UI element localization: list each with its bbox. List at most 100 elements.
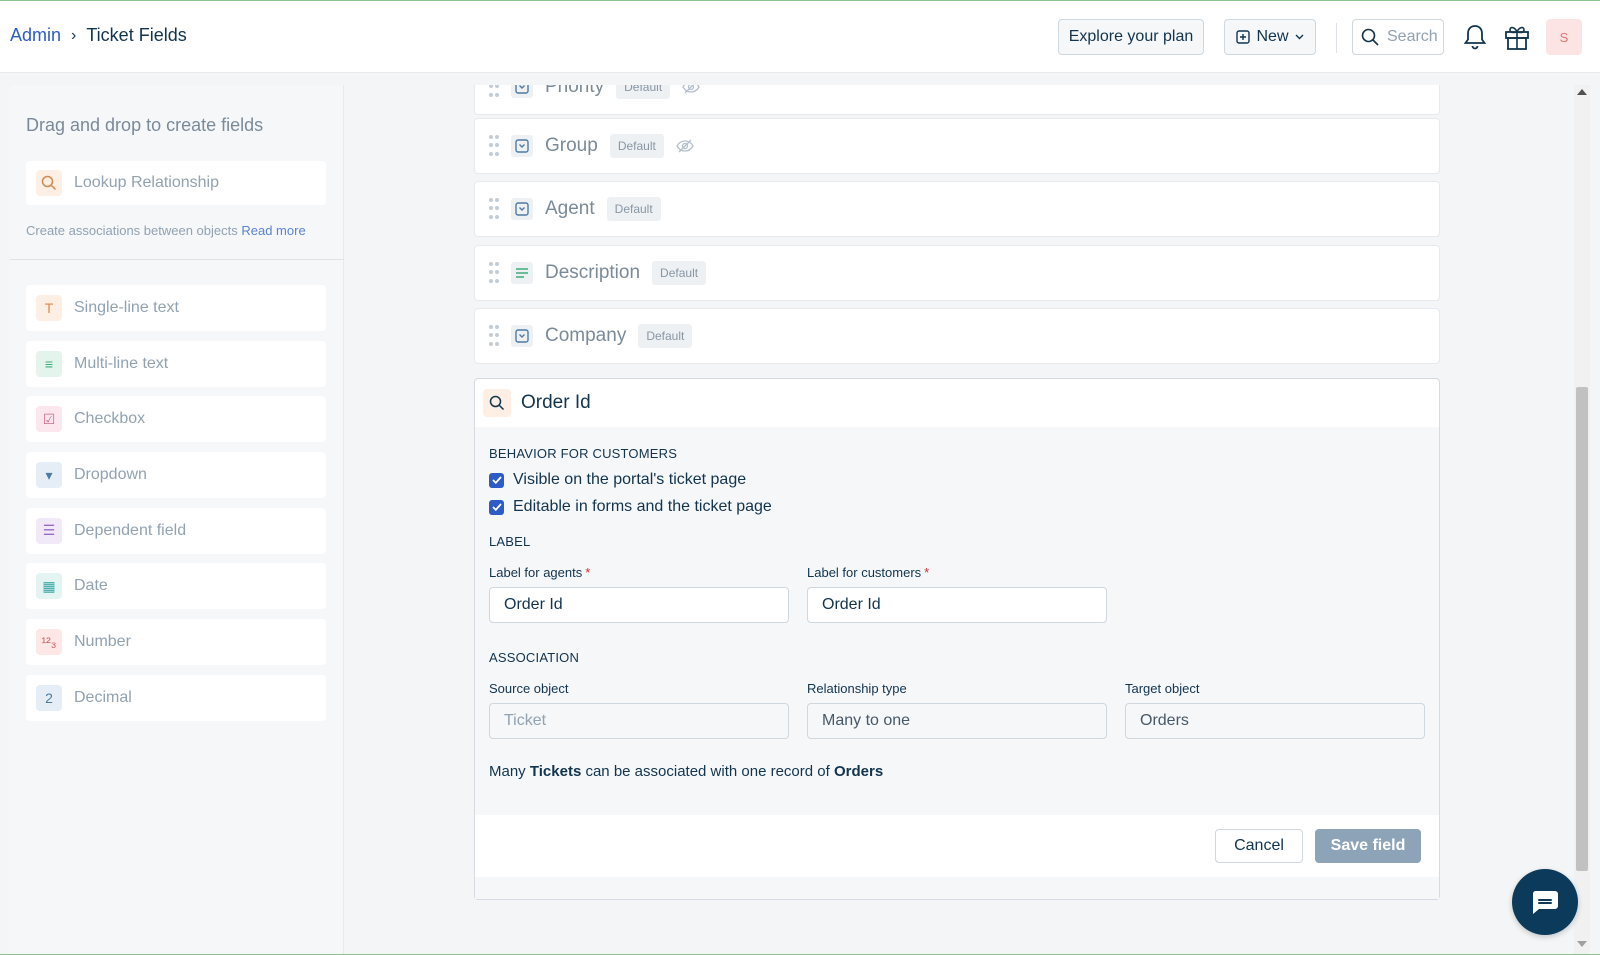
visible-checkbox-label: Visible on the portal's ticket page xyxy=(513,471,747,488)
default-badge: Default xyxy=(616,85,671,99)
page-title: Ticket Fields xyxy=(86,25,187,45)
chat-bubble-icon xyxy=(1532,891,1558,914)
relationship-type-field[interactable]: Many to one xyxy=(807,703,1107,739)
paragraph-icon xyxy=(511,262,533,284)
dropdown-icon xyxy=(511,85,533,98)
field-type-label: Single-line text xyxy=(74,299,179,316)
field-card-agent[interactable]: Agent Default xyxy=(474,181,1440,237)
dropdown-icon xyxy=(511,325,533,347)
association-description: Many Tickets can be associated with one … xyxy=(489,763,883,780)
assoc-desc-2: can be associated with one record of xyxy=(585,763,830,780)
target-object-field[interactable]: Orders xyxy=(1125,703,1425,739)
drag-handle-icon[interactable] xyxy=(489,135,499,157)
field-card-name: Group xyxy=(545,135,598,156)
field-type-dependent-field[interactable]: ☰ Dependent field xyxy=(26,507,326,554)
checkbox-checked-icon[interactable] xyxy=(489,499,504,515)
default-badge: Default xyxy=(606,197,661,221)
breadcrumb-admin-link[interactable]: Admin xyxy=(10,25,61,46)
editor-body: BEHAVIOR FOR CUSTOMERS Visible on the po… xyxy=(475,427,1439,815)
agents-label-text: Label for agents xyxy=(489,565,583,580)
agents-label-input[interactable]: Order Id xyxy=(489,587,789,623)
field-card-name: Company xyxy=(545,325,627,346)
drag-handle-icon[interactable] xyxy=(489,325,499,347)
checkbox-icon: ☑ xyxy=(36,406,62,433)
default-badge: Default xyxy=(638,324,693,348)
field-card-description[interactable]: Description Default xyxy=(474,245,1440,301)
decimal-icon: 2 xyxy=(36,684,62,711)
field-card-group[interactable]: Group Default xyxy=(474,118,1440,174)
field-type-dropdown[interactable]: ▾ Dropdown xyxy=(26,452,326,499)
gift-icon[interactable] xyxy=(1503,23,1531,51)
field-type-multi-line-text[interactable]: ≡ Multi-line text xyxy=(26,340,326,387)
source-object-label: Source object xyxy=(489,681,569,696)
main-scrollbar[interactable] xyxy=(1574,85,1590,955)
lookup-relationship-item[interactable]: Lookup Relationship xyxy=(26,161,326,205)
top-header: Admin › Ticket Fields Explore your plan … xyxy=(0,1,1600,73)
assoc-desc-orders: Orders xyxy=(833,763,884,780)
editor-header: Order Id xyxy=(475,379,1439,427)
drag-handle-icon[interactable] xyxy=(489,198,499,220)
lookup-desc-text: Create associations between objects xyxy=(26,223,238,238)
field-type-label: Checkbox xyxy=(74,410,146,428)
scroll-thumb[interactable] xyxy=(1576,387,1588,871)
palette-title: Drag and drop to create fields xyxy=(26,115,264,135)
fields-main: Company Default Description Default Agent Def… xyxy=(344,85,1574,955)
field-type-label: Number xyxy=(74,633,131,651)
chevron-right-icon: › xyxy=(71,26,77,44)
field-type-single-line-text[interactable]: T Single-line text xyxy=(26,285,326,331)
field-editor: Order Id BEHAVIOR FOR CUSTOMERS Visible … xyxy=(474,378,1440,900)
new-button-label: New xyxy=(1256,28,1289,45)
scroll-up-arrow-icon[interactable] xyxy=(1577,89,1587,95)
lookup-label: Lookup Relationship xyxy=(74,174,219,191)
field-type-label: Dropdown xyxy=(74,466,147,484)
field-card-company[interactable]: Company Default xyxy=(474,308,1440,364)
text-icon: T xyxy=(36,295,62,321)
field-card-priority[interactable]: Priority Default xyxy=(474,85,1440,115)
field-card-name: Agent xyxy=(545,198,595,219)
bell-icon[interactable] xyxy=(1462,23,1488,51)
field-card-name: Priority xyxy=(545,85,605,97)
field-card-name: Description xyxy=(545,262,641,283)
label-heading: LABEL xyxy=(489,534,531,549)
number-icon: ¹²₃ xyxy=(36,629,62,656)
chat-widget-button[interactable] xyxy=(1512,869,1578,935)
save-field-button[interactable]: Save field xyxy=(1315,829,1421,863)
read-more-link[interactable]: Read more xyxy=(241,223,305,238)
assoc-desc-1: Many xyxy=(489,763,526,780)
new-button[interactable]: New xyxy=(1224,19,1316,55)
explore-plan-button[interactable]: Explore your plan xyxy=(1058,19,1204,55)
default-badge: Default xyxy=(609,134,664,158)
editable-checkbox-row[interactable]: Editable in forms and the ticket page xyxy=(489,498,772,516)
scroll-down-arrow-icon[interactable] xyxy=(1577,941,1587,947)
assoc-desc-tickets: Tickets xyxy=(529,763,582,780)
eye-off-icon xyxy=(676,139,694,153)
field-type-number[interactable]: ¹²₃ Number xyxy=(26,619,326,666)
search-icon xyxy=(1361,28,1379,46)
customers-label: Label for customers * xyxy=(807,565,929,580)
editor-bottom-strip xyxy=(475,877,1439,899)
search-icon xyxy=(483,389,511,417)
field-type-checkbox[interactable]: ☑ Checkbox xyxy=(26,396,326,443)
editable-checkbox-label: Editable in forms and the ticket page xyxy=(513,498,772,515)
editor-footer: Cancel Save field xyxy=(475,815,1439,877)
cancel-button[interactable]: Cancel xyxy=(1215,829,1303,863)
drag-handle-icon[interactable] xyxy=(489,262,499,284)
dropdown-icon: ▾ xyxy=(36,462,62,489)
search-button[interactable]: Search xyxy=(1352,19,1444,55)
palette-divider xyxy=(10,259,344,260)
avatar[interactable]: S xyxy=(1546,19,1582,55)
field-type-label: Decimal xyxy=(74,688,132,706)
field-type-date[interactable]: ▦ Date xyxy=(26,563,326,610)
customers-label-input[interactable]: Order Id xyxy=(807,587,1107,623)
required-marker: * xyxy=(924,565,930,580)
search-icon xyxy=(36,170,62,196)
editor-title: Order Id xyxy=(521,392,591,413)
relationship-type-label: Relationship type xyxy=(807,681,907,696)
checkbox-checked-icon[interactable] xyxy=(489,472,504,488)
source-object-field: Ticket xyxy=(489,703,789,739)
drag-handle-icon[interactable] xyxy=(489,85,499,98)
breadcrumb: Admin › Ticket Fields xyxy=(10,25,187,46)
field-type-decimal[interactable]: 2 Decimal xyxy=(26,674,326,721)
field-type-list: T Single-line text ≡ Multi-line text ☑ Checkb… xyxy=(26,285,326,731)
visible-checkbox-row[interactable]: Visible on the portal's ticket page xyxy=(489,471,746,489)
